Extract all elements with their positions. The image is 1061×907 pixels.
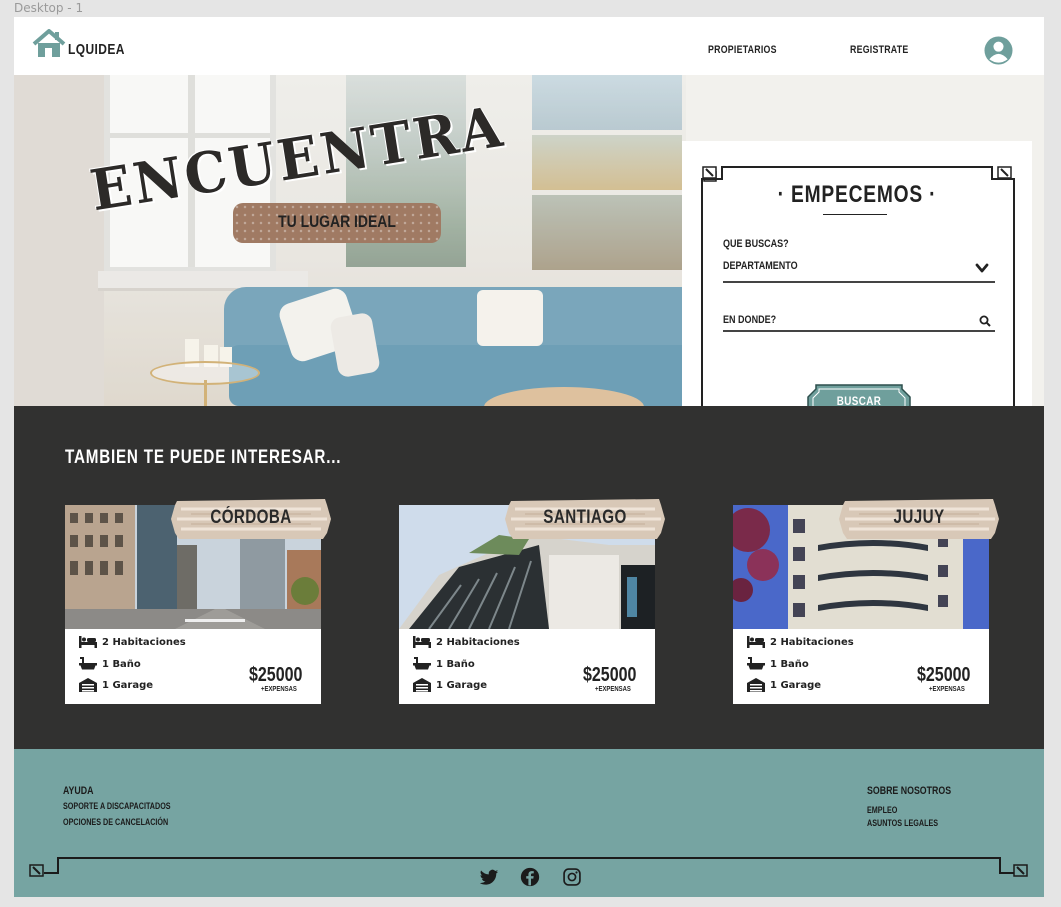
instagram-icon[interactable] <box>562 867 582 887</box>
expensas-note: +EXPENSAS <box>595 686 631 693</box>
frame-label: Desktop - 1 <box>14 1 84 15</box>
footer-link-empleo[interactable]: EMPLEO <box>867 805 897 815</box>
garage-text: 1 Garage <box>436 679 488 691</box>
footer-link-soporte[interactable]: SOPORTE A DISCAPACITADOS <box>63 801 171 811</box>
rooms-feature: 2 Habitaciones <box>413 636 520 648</box>
footer: AYUDA SOPORTE A DISCAPACITADOS OPCIONES … <box>14 749 1044 897</box>
logo[interactable]: LQUIDEA <box>32 29 139 59</box>
garage-icon <box>747 678 765 692</box>
search-icon[interactable] <box>979 315 991 327</box>
nav-link-registrate[interactable]: REGISTRATE <box>850 44 908 56</box>
garage-text: 1 Garage <box>102 679 154 691</box>
garage-text: 1 Garage <box>770 679 822 691</box>
garage-feature: 1 Garage <box>413 678 487 692</box>
user-circle-icon[interactable] <box>984 36 1013 65</box>
bed-icon <box>747 636 765 648</box>
garage-icon <box>413 678 431 692</box>
expensas-note: +EXPENSAS <box>261 686 297 693</box>
rooms-feature: 2 Habitaciones <box>747 636 854 648</box>
top-nav: LQUIDEA PROPIETARIOS REGISTRATE <box>14 17 1044 75</box>
city-tag: SANTIAGO <box>505 495 665 543</box>
baths-text: 1 Baño <box>436 658 475 670</box>
baths-feature: 1 Baño <box>747 657 809 671</box>
listing-price: $25000 <box>917 664 971 686</box>
listing-card-santiago[interactable]: SANTIAGO 2 Habitaciones 1 Baño 1 Garage … <box>399 499 665 704</box>
facebook-icon[interactable] <box>520 867 540 887</box>
footer-link-cancelacion[interactable]: OPCIONES DE CANCELACIÓN <box>63 817 168 827</box>
listing-price: $25000 <box>249 664 303 686</box>
search-title: · EMPECEMOS · <box>777 181 937 208</box>
footer-link-legales[interactable]: ASUNTOS LEGALES <box>867 818 938 828</box>
hero-tagline: TU LUGAR IDEAL <box>278 212 396 231</box>
que-buscas-label: QUE BUSCAS? <box>723 238 789 250</box>
garage-feature: 1 Garage <box>747 678 821 692</box>
bed-icon <box>413 636 431 648</box>
search-card: · EMPECEMOS · QUE BUSCAS? DEPARTAMENTO E… <box>682 141 1032 406</box>
footer-about-heading[interactable]: SOBRE NOSOTROS <box>867 785 951 797</box>
listing-card-cordoba[interactable]: CÓRDOBA 2 Habitaciones 1 Baño 1 Garage $… <box>65 499 331 704</box>
baths-text: 1 Baño <box>770 658 809 670</box>
buscar-button[interactable]: BUSCAR <box>806 383 912 406</box>
hero-banner: ENCUENTRA TU LUGAR IDEAL · EMPECEMOS · Q… <box>14 75 1044 406</box>
bath-icon <box>747 657 765 670</box>
bed-icon <box>79 636 97 648</box>
expensas-note: +EXPENSAS <box>929 686 965 693</box>
city-name: JUJUY <box>893 507 945 528</box>
rooms-text: 2 Habitaciones <box>770 636 854 648</box>
footer-help-heading[interactable]: AYUDA <box>63 785 93 797</box>
garage-feature: 1 Garage <box>79 678 153 692</box>
twitter-icon[interactable] <box>479 867 499 887</box>
logo-text: LQUIDEA <box>68 41 125 58</box>
input-underline <box>723 330 995 332</box>
rooms-text: 2 Habitaciones <box>102 636 186 648</box>
listing-card-jujuy[interactable]: JUJUY 2 Habitaciones 1 Baño 1 Garage $25… <box>733 499 999 704</box>
buscar-label: BUSCAR <box>836 394 882 406</box>
rooms-feature: 2 Habitaciones <box>79 636 186 648</box>
city-tag: CÓRDOBA <box>171 495 331 543</box>
chevron-down-icon[interactable] <box>975 262 989 274</box>
bath-icon <box>79 657 97 670</box>
city-name: CÓRDOBA <box>210 507 292 528</box>
location-input[interactable]: EN DONDE? <box>723 314 776 326</box>
garage-icon <box>79 678 97 692</box>
house-logo-icon <box>32 29 66 57</box>
title-underline <box>823 214 887 215</box>
select-underline <box>723 281 995 283</box>
listing-price: $25000 <box>583 664 637 686</box>
nav-link-propietarios[interactable]: PROPIETARIOS <box>708 44 777 56</box>
rooms-text: 2 Habitaciones <box>436 636 520 648</box>
city-tag: JUJUY <box>839 495 999 543</box>
hero-tagline-badge: TU LUGAR IDEAL <box>233 203 441 243</box>
listings-title: TAMBIEN TE PUEDE INTERESAR... <box>65 447 342 468</box>
bath-icon <box>413 657 431 670</box>
page: LQUIDEA PROPIETARIOS REGISTRATE ENCUENTR… <box>14 17 1044 897</box>
baths-feature: 1 Baño <box>79 657 141 671</box>
baths-text: 1 Baño <box>102 658 141 670</box>
baths-feature: 1 Baño <box>413 657 475 671</box>
property-type-select[interactable]: DEPARTAMENTO <box>723 260 798 272</box>
city-name: SANTIAGO <box>543 507 627 528</box>
listings-section: TAMBIEN TE PUEDE INTERESAR... CÓRDOBA 2 … <box>14 406 1044 749</box>
